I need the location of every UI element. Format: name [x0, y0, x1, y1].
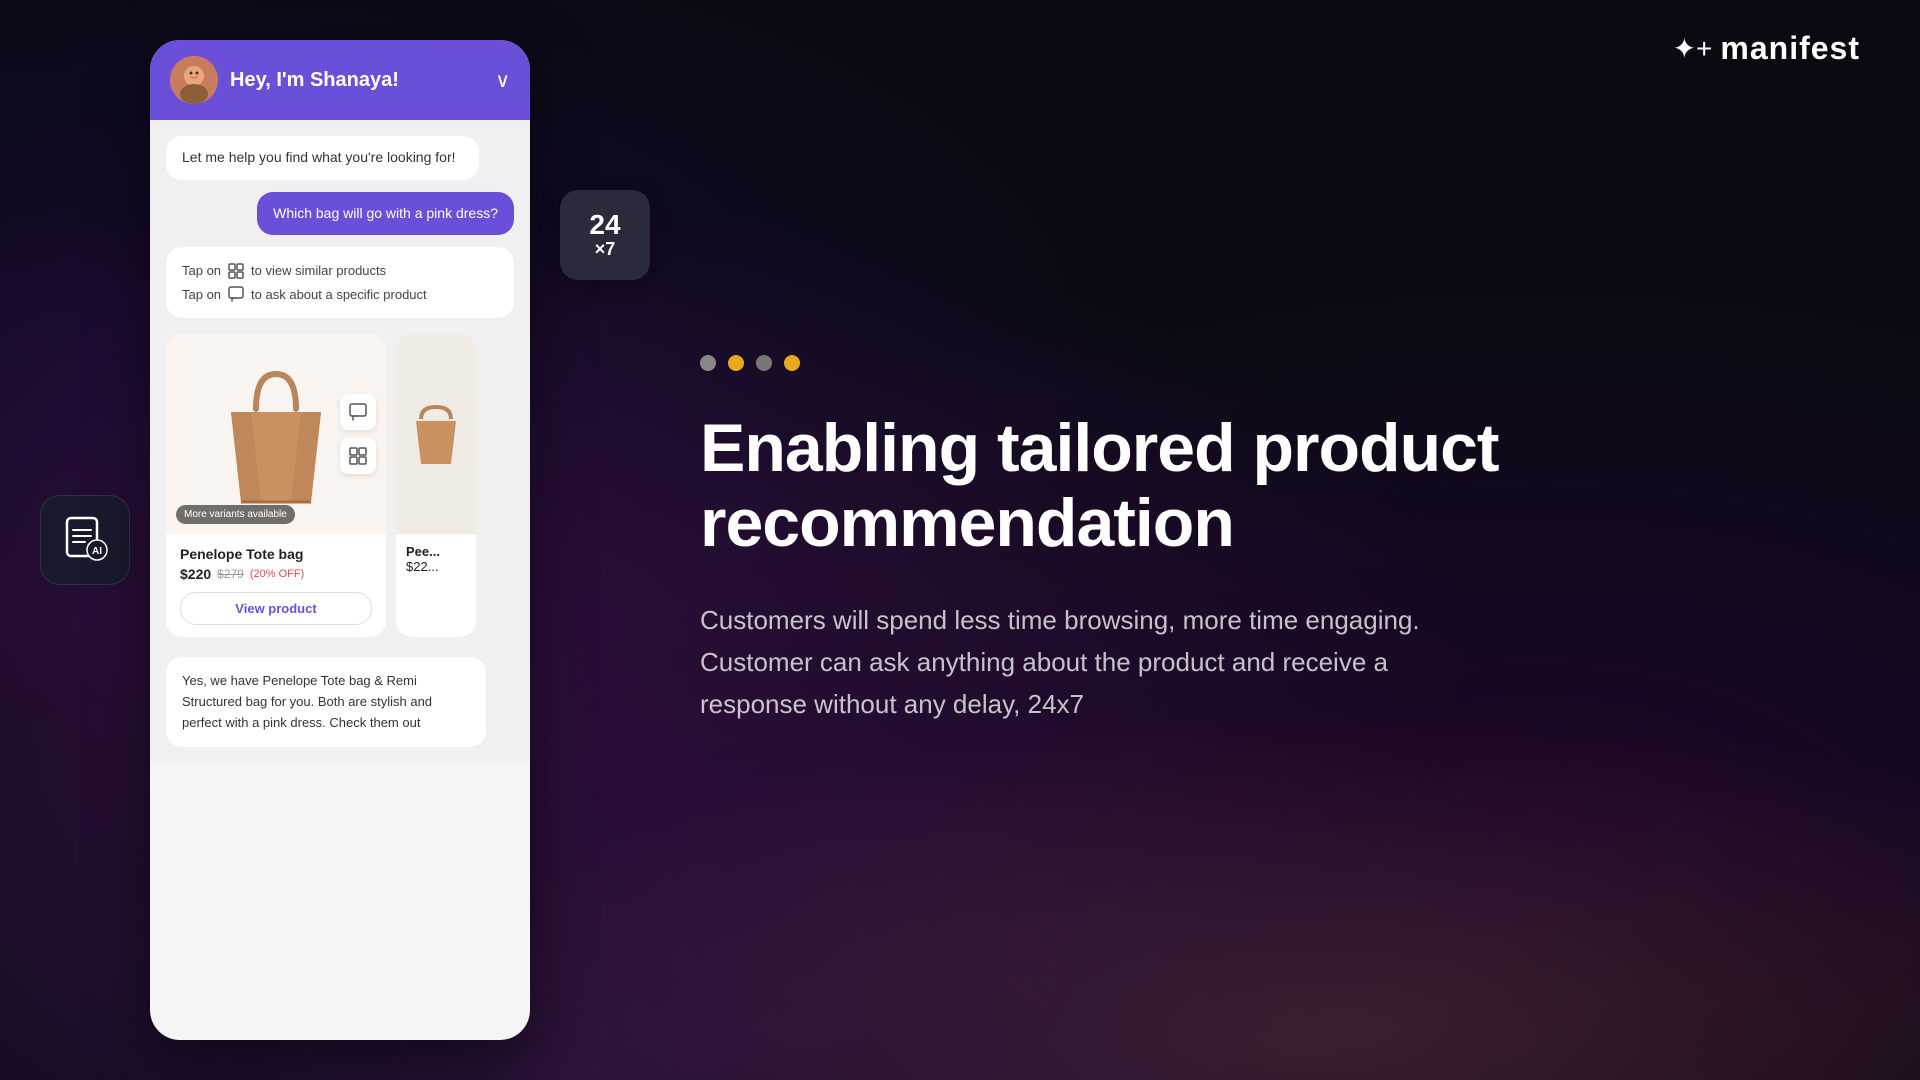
- chat-icon: [227, 285, 245, 303]
- chevron-down-icon[interactable]: ∨: [495, 68, 510, 93]
- product-cards-scroll: More variants available Penelope Tote ba…: [166, 334, 514, 637]
- tap-row-1: Tap on to view similar products: [182, 259, 498, 282]
- product-card-2-partial: Pee... $22...: [396, 334, 476, 637]
- main-headline: Enabling tailored product recommendation: [700, 411, 1840, 561]
- product-price-1: $220 $279 (20% OFF): [180, 566, 372, 582]
- price-original-1: $279: [217, 567, 244, 581]
- product-price-2: $22...: [406, 559, 466, 574]
- product-grid-btn[interactable]: [340, 438, 376, 474]
- dot-3[interactable]: [756, 355, 772, 371]
- price-discount-1: (20% OFF): [250, 568, 304, 580]
- product-name-2: Pee...: [406, 544, 466, 559]
- product-card-1: More variants available Penelope Tote ba…: [166, 334, 386, 637]
- tap-suffix-1: to view similar products: [251, 259, 386, 282]
- product-name-1: Penelope Tote bag: [180, 546, 372, 562]
- product-image-area-2: [396, 334, 476, 534]
- tap-prefix-2: Tap on: [182, 283, 221, 306]
- timer-sub: ×7: [595, 239, 616, 260]
- ai-document-icon: AI: [59, 514, 111, 566]
- dot-4[interactable]: [784, 355, 800, 371]
- greeting-text: Let me help you find what you're looking…: [182, 149, 456, 165]
- user-message-bubble: Which bag will go with a pink dress?: [257, 192, 514, 236]
- product-info-1: Penelope Tote bag $220 $279 (20% OFF) Vi…: [166, 534, 386, 637]
- chat-header: Hey, I'm Shanaya! ∨: [150, 40, 530, 120]
- grid-icon: [227, 262, 245, 280]
- variants-badge-1: More variants available: [176, 505, 295, 524]
- ai-icon: AI: [59, 514, 111, 566]
- price-current-1: $220: [180, 566, 211, 582]
- dot-1[interactable]: [700, 355, 716, 371]
- chat-header-left: Hey, I'm Shanaya!: [170, 56, 399, 104]
- user-message-text: Which bag will go with a pink dress?: [273, 205, 498, 221]
- tap-suffix-2: to ask about a specific product: [251, 283, 427, 306]
- reply-text: Yes, we have Penelope Tote bag & Remi St…: [182, 673, 432, 730]
- product-chat-btn[interactable]: [340, 394, 376, 430]
- tote-bag-image: [211, 354, 341, 514]
- agent-name: Hey, I'm Shanaya!: [230, 69, 399, 92]
- timer-badge: 24 ×7: [560, 190, 650, 280]
- view-product-btn-1[interactable]: View product: [180, 592, 372, 625]
- chat-body: Let me help you find what you're looking…: [150, 120, 530, 763]
- bot-greeting-bubble: Let me help you find what you're looking…: [166, 136, 479, 180]
- tap-prefix-1: Tap on: [182, 259, 221, 282]
- main-subtext: Customers will spend less time browsing,…: [700, 600, 1460, 725]
- right-content: Enabling tailored product recommendation…: [660, 0, 1920, 1080]
- reply-bubble: Yes, we have Penelope Tote bag & Remi St…: [166, 657, 486, 747]
- timer-number: 24: [589, 211, 620, 239]
- product-image-area-1: More variants available: [166, 334, 386, 534]
- product-info-2: Pee... $22...: [396, 534, 476, 584]
- avatar: [170, 56, 218, 104]
- ai-icon-container: AI: [40, 495, 130, 585]
- tap-instructions-bubble: Tap on to view similar products Tap on: [166, 247, 514, 318]
- dots-row: [700, 355, 1840, 371]
- tap-row-2: Tap on to ask about a specific product: [182, 283, 498, 306]
- dot-2[interactable]: [728, 355, 744, 371]
- svg-text:AI: AI: [92, 546, 102, 557]
- phone-mockup: Hey, I'm Shanaya! ∨ Let me help you find…: [150, 40, 530, 1040]
